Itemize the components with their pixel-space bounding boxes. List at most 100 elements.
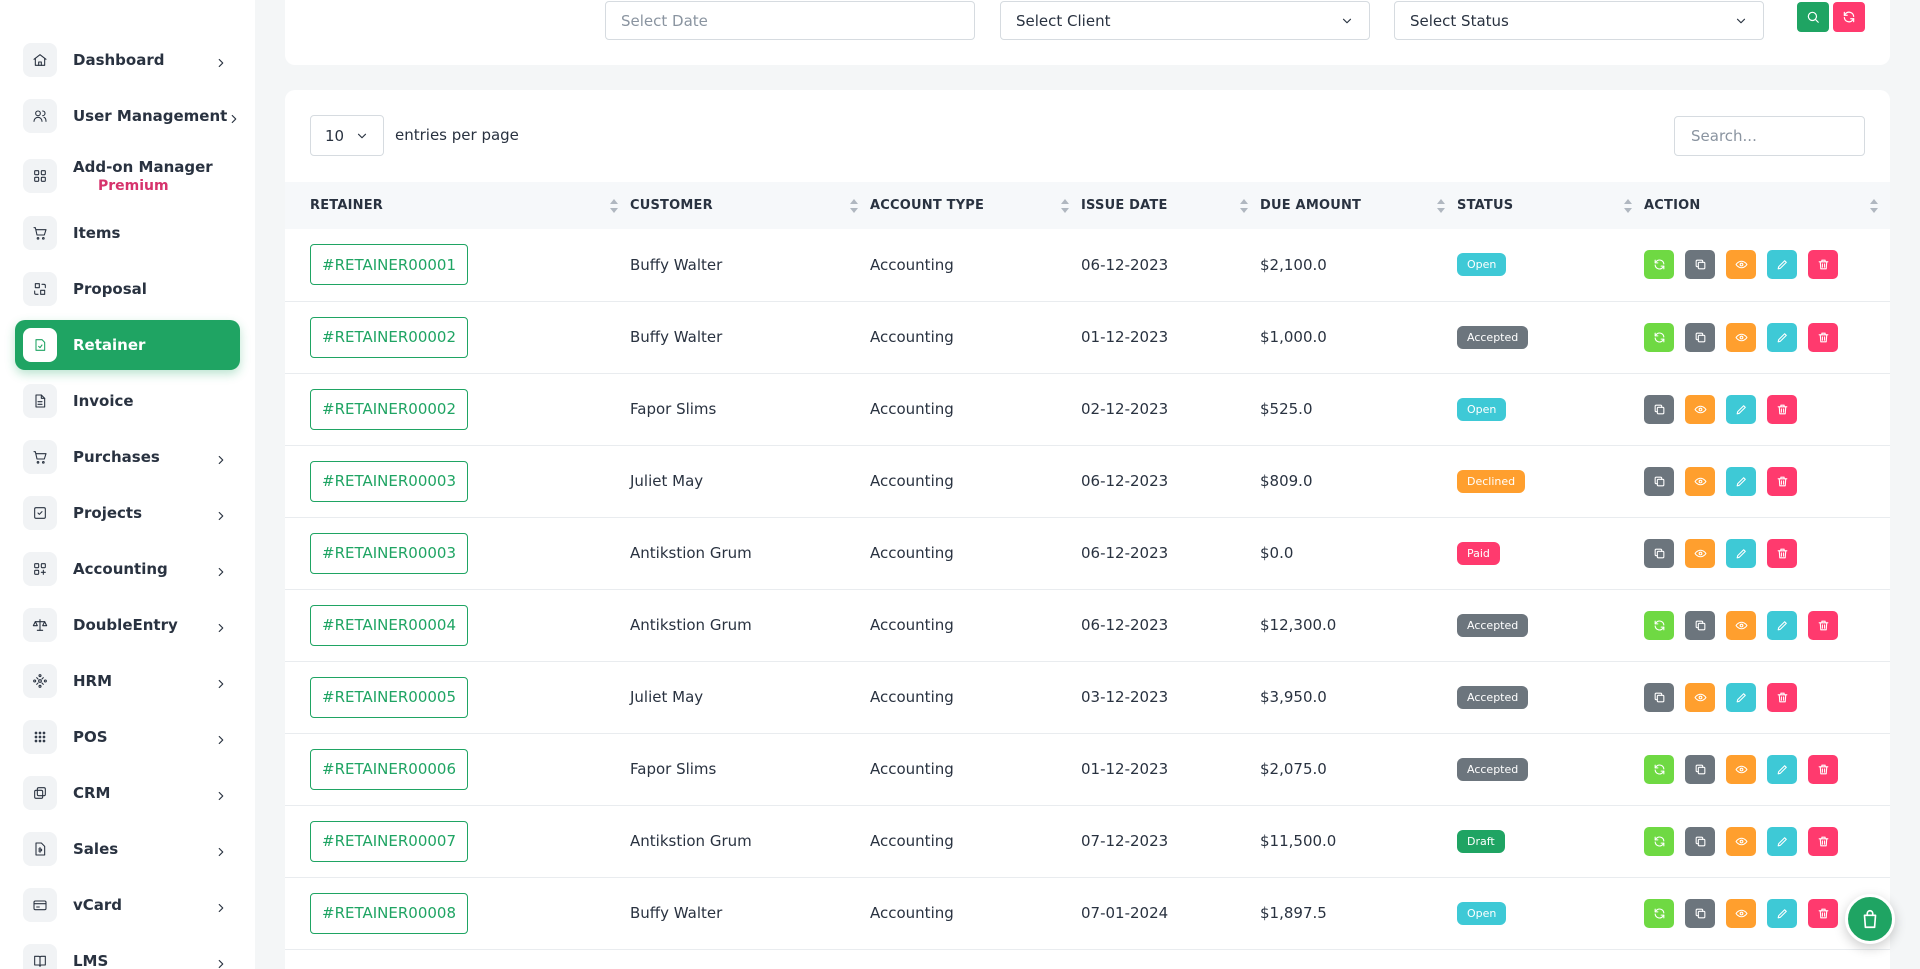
delete-button[interactable] bbox=[1808, 610, 1838, 640]
cell-issue-date: 07-01-2024 bbox=[1081, 904, 1169, 922]
sidebar-item-hrm[interactable]: HRM bbox=[15, 656, 240, 706]
column-header-issue-date[interactable]: ISSUE DATE bbox=[1081, 182, 1260, 229]
retainer-link-button[interactable]: #RETAINER00002 bbox=[310, 316, 468, 358]
delete-button[interactable] bbox=[1767, 538, 1797, 568]
duplicate-button[interactable] bbox=[1644, 538, 1674, 568]
retainer-link-button[interactable]: #RETAINER00008 bbox=[310, 892, 468, 934]
sidebar-item-pos[interactable]: POS bbox=[15, 712, 240, 762]
view-button[interactable] bbox=[1726, 610, 1756, 640]
delete-button[interactable] bbox=[1808, 322, 1838, 352]
column-header-customer[interactable]: CUSTOMER bbox=[630, 182, 870, 229]
sidebar-item-lms[interactable]: LMS bbox=[15, 936, 240, 969]
sidebar-item-purchases[interactable]: Purchases bbox=[15, 432, 240, 482]
duplicate-button[interactable] bbox=[1685, 826, 1715, 856]
duplicate-button[interactable] bbox=[1644, 466, 1674, 496]
sidebar-item-projects[interactable]: Projects bbox=[15, 488, 240, 538]
view-button[interactable] bbox=[1685, 466, 1715, 496]
duplicate-button[interactable] bbox=[1685, 898, 1715, 928]
date-filter-input[interactable]: Select Date bbox=[605, 1, 975, 40]
eye-icon bbox=[1694, 693, 1706, 701]
copy-icon bbox=[1695, 620, 1705, 630]
sidebar-item-retainer[interactable]: Retainer bbox=[15, 320, 240, 370]
delete-button[interactable] bbox=[1808, 826, 1838, 856]
duplicate-button[interactable] bbox=[1685, 250, 1715, 280]
duplicate-button[interactable] bbox=[1644, 682, 1674, 712]
sidebar-item-crm[interactable]: CRM bbox=[15, 768, 240, 818]
edit-button[interactable] bbox=[1767, 754, 1797, 784]
column-header-status[interactable]: STATUS bbox=[1457, 182, 1644, 229]
duplicate-button[interactable] bbox=[1644, 394, 1674, 424]
sidebar-item-add-on-manager[interactable]: Add-on Manager Premium bbox=[15, 146, 240, 206]
copy-icon bbox=[1695, 259, 1705, 270]
cell-retainer: #RETAINER00002 bbox=[285, 373, 630, 445]
convert-button[interactable] bbox=[1644, 898, 1674, 928]
column-header-action[interactable]: ACTION bbox=[1644, 182, 1890, 229]
client-filter-select[interactable]: Select Client bbox=[1000, 1, 1370, 40]
column-header-due-amount[interactable]: DUE AMOUNT bbox=[1260, 182, 1457, 229]
retainer-link-button[interactable]: #RETAINER00006 bbox=[310, 748, 468, 790]
view-button[interactable] bbox=[1685, 394, 1715, 424]
cell-action bbox=[1644, 589, 1890, 661]
view-button[interactable] bbox=[1726, 826, 1756, 856]
edit-button[interactable] bbox=[1726, 466, 1756, 496]
search-button[interactable] bbox=[1797, 2, 1829, 32]
sidebar-item-label: Projects bbox=[73, 504, 143, 522]
convert-button[interactable] bbox=[1644, 322, 1674, 352]
convert-button[interactable] bbox=[1644, 826, 1674, 856]
cart-fab-button[interactable] bbox=[1845, 894, 1895, 944]
edit-button[interactable] bbox=[1767, 250, 1797, 280]
cell-retainer: #RETAINER00003 bbox=[285, 445, 630, 517]
retainer-link-button[interactable]: #RETAINER00002 bbox=[310, 388, 468, 430]
sidebar-item-dashboard[interactable]: Dashboard bbox=[15, 35, 240, 85]
view-button[interactable] bbox=[1685, 682, 1715, 712]
edit-button[interactable] bbox=[1726, 682, 1756, 712]
trash-icon bbox=[1777, 476, 1787, 486]
convert-button[interactable] bbox=[1644, 610, 1674, 640]
delete-button[interactable] bbox=[1808, 250, 1838, 280]
sidebar-item-user-management[interactable]: User Management bbox=[15, 91, 240, 141]
convert-button[interactable] bbox=[1644, 250, 1674, 280]
retainer-link-button[interactable]: #RETAINER00003 bbox=[310, 532, 468, 574]
table-search-input[interactable] bbox=[1674, 116, 1865, 156]
edit-button[interactable] bbox=[1767, 322, 1797, 352]
table-row: #RETAINER00002 Buffy Walter Accounting 01-1… bbox=[285, 301, 1890, 373]
column-header-label: ACCOUNT TYPE bbox=[870, 198, 985, 213]
sidebar-item-doubleentry[interactable]: DoubleEntry bbox=[15, 600, 240, 650]
cell-status: Accepted bbox=[1457, 589, 1644, 661]
edit-button[interactable] bbox=[1726, 538, 1756, 568]
sidebar-item-proposal[interactable]: Proposal bbox=[15, 264, 240, 314]
column-header-account-type[interactable]: ACCOUNT TYPE bbox=[870, 182, 1081, 229]
view-button[interactable] bbox=[1726, 898, 1756, 928]
edit-button[interactable] bbox=[1726, 394, 1756, 424]
sidebar-item-invoice[interactable]: Invoice bbox=[15, 376, 240, 426]
delete-button[interactable] bbox=[1767, 394, 1797, 424]
entries-per-page-select[interactable]: 10 bbox=[310, 115, 384, 156]
delete-button[interactable] bbox=[1767, 466, 1797, 496]
delete-button[interactable] bbox=[1808, 754, 1838, 784]
sidebar-item-items[interactable]: Items bbox=[15, 208, 240, 258]
sidebar-item-accounting[interactable]: Accounting bbox=[15, 544, 240, 594]
status-filter-select[interactable]: Select Status bbox=[1394, 1, 1764, 40]
convert-button[interactable] bbox=[1644, 754, 1674, 784]
edit-button[interactable] bbox=[1767, 898, 1797, 928]
retainer-link-button[interactable]: #RETAINER00001 bbox=[310, 244, 468, 286]
view-button[interactable] bbox=[1726, 250, 1756, 280]
column-header-retainer[interactable]: RETAINER bbox=[285, 182, 630, 229]
reset-button[interactable] bbox=[1833, 2, 1865, 32]
duplicate-button[interactable] bbox=[1685, 610, 1715, 640]
sidebar-item-sales[interactable]: Sales bbox=[15, 824, 240, 874]
view-button[interactable] bbox=[1726, 754, 1756, 784]
retainer-link-button[interactable]: #RETAINER00005 bbox=[310, 676, 468, 718]
delete-button[interactable] bbox=[1767, 682, 1797, 712]
retainer-link-button[interactable]: #RETAINER00003 bbox=[310, 460, 468, 502]
sidebar-item-vcard[interactable]: vCard bbox=[15, 880, 240, 930]
view-button[interactable] bbox=[1685, 538, 1715, 568]
edit-button[interactable] bbox=[1767, 826, 1797, 856]
duplicate-button[interactable] bbox=[1685, 754, 1715, 784]
edit-button[interactable] bbox=[1767, 610, 1797, 640]
delete-button[interactable] bbox=[1808, 898, 1838, 928]
duplicate-button[interactable] bbox=[1685, 322, 1715, 352]
view-button[interactable] bbox=[1726, 322, 1756, 352]
retainer-link-button[interactable]: #RETAINER00004 bbox=[310, 604, 468, 646]
retainer-link-button[interactable]: #RETAINER00007 bbox=[310, 820, 468, 862]
